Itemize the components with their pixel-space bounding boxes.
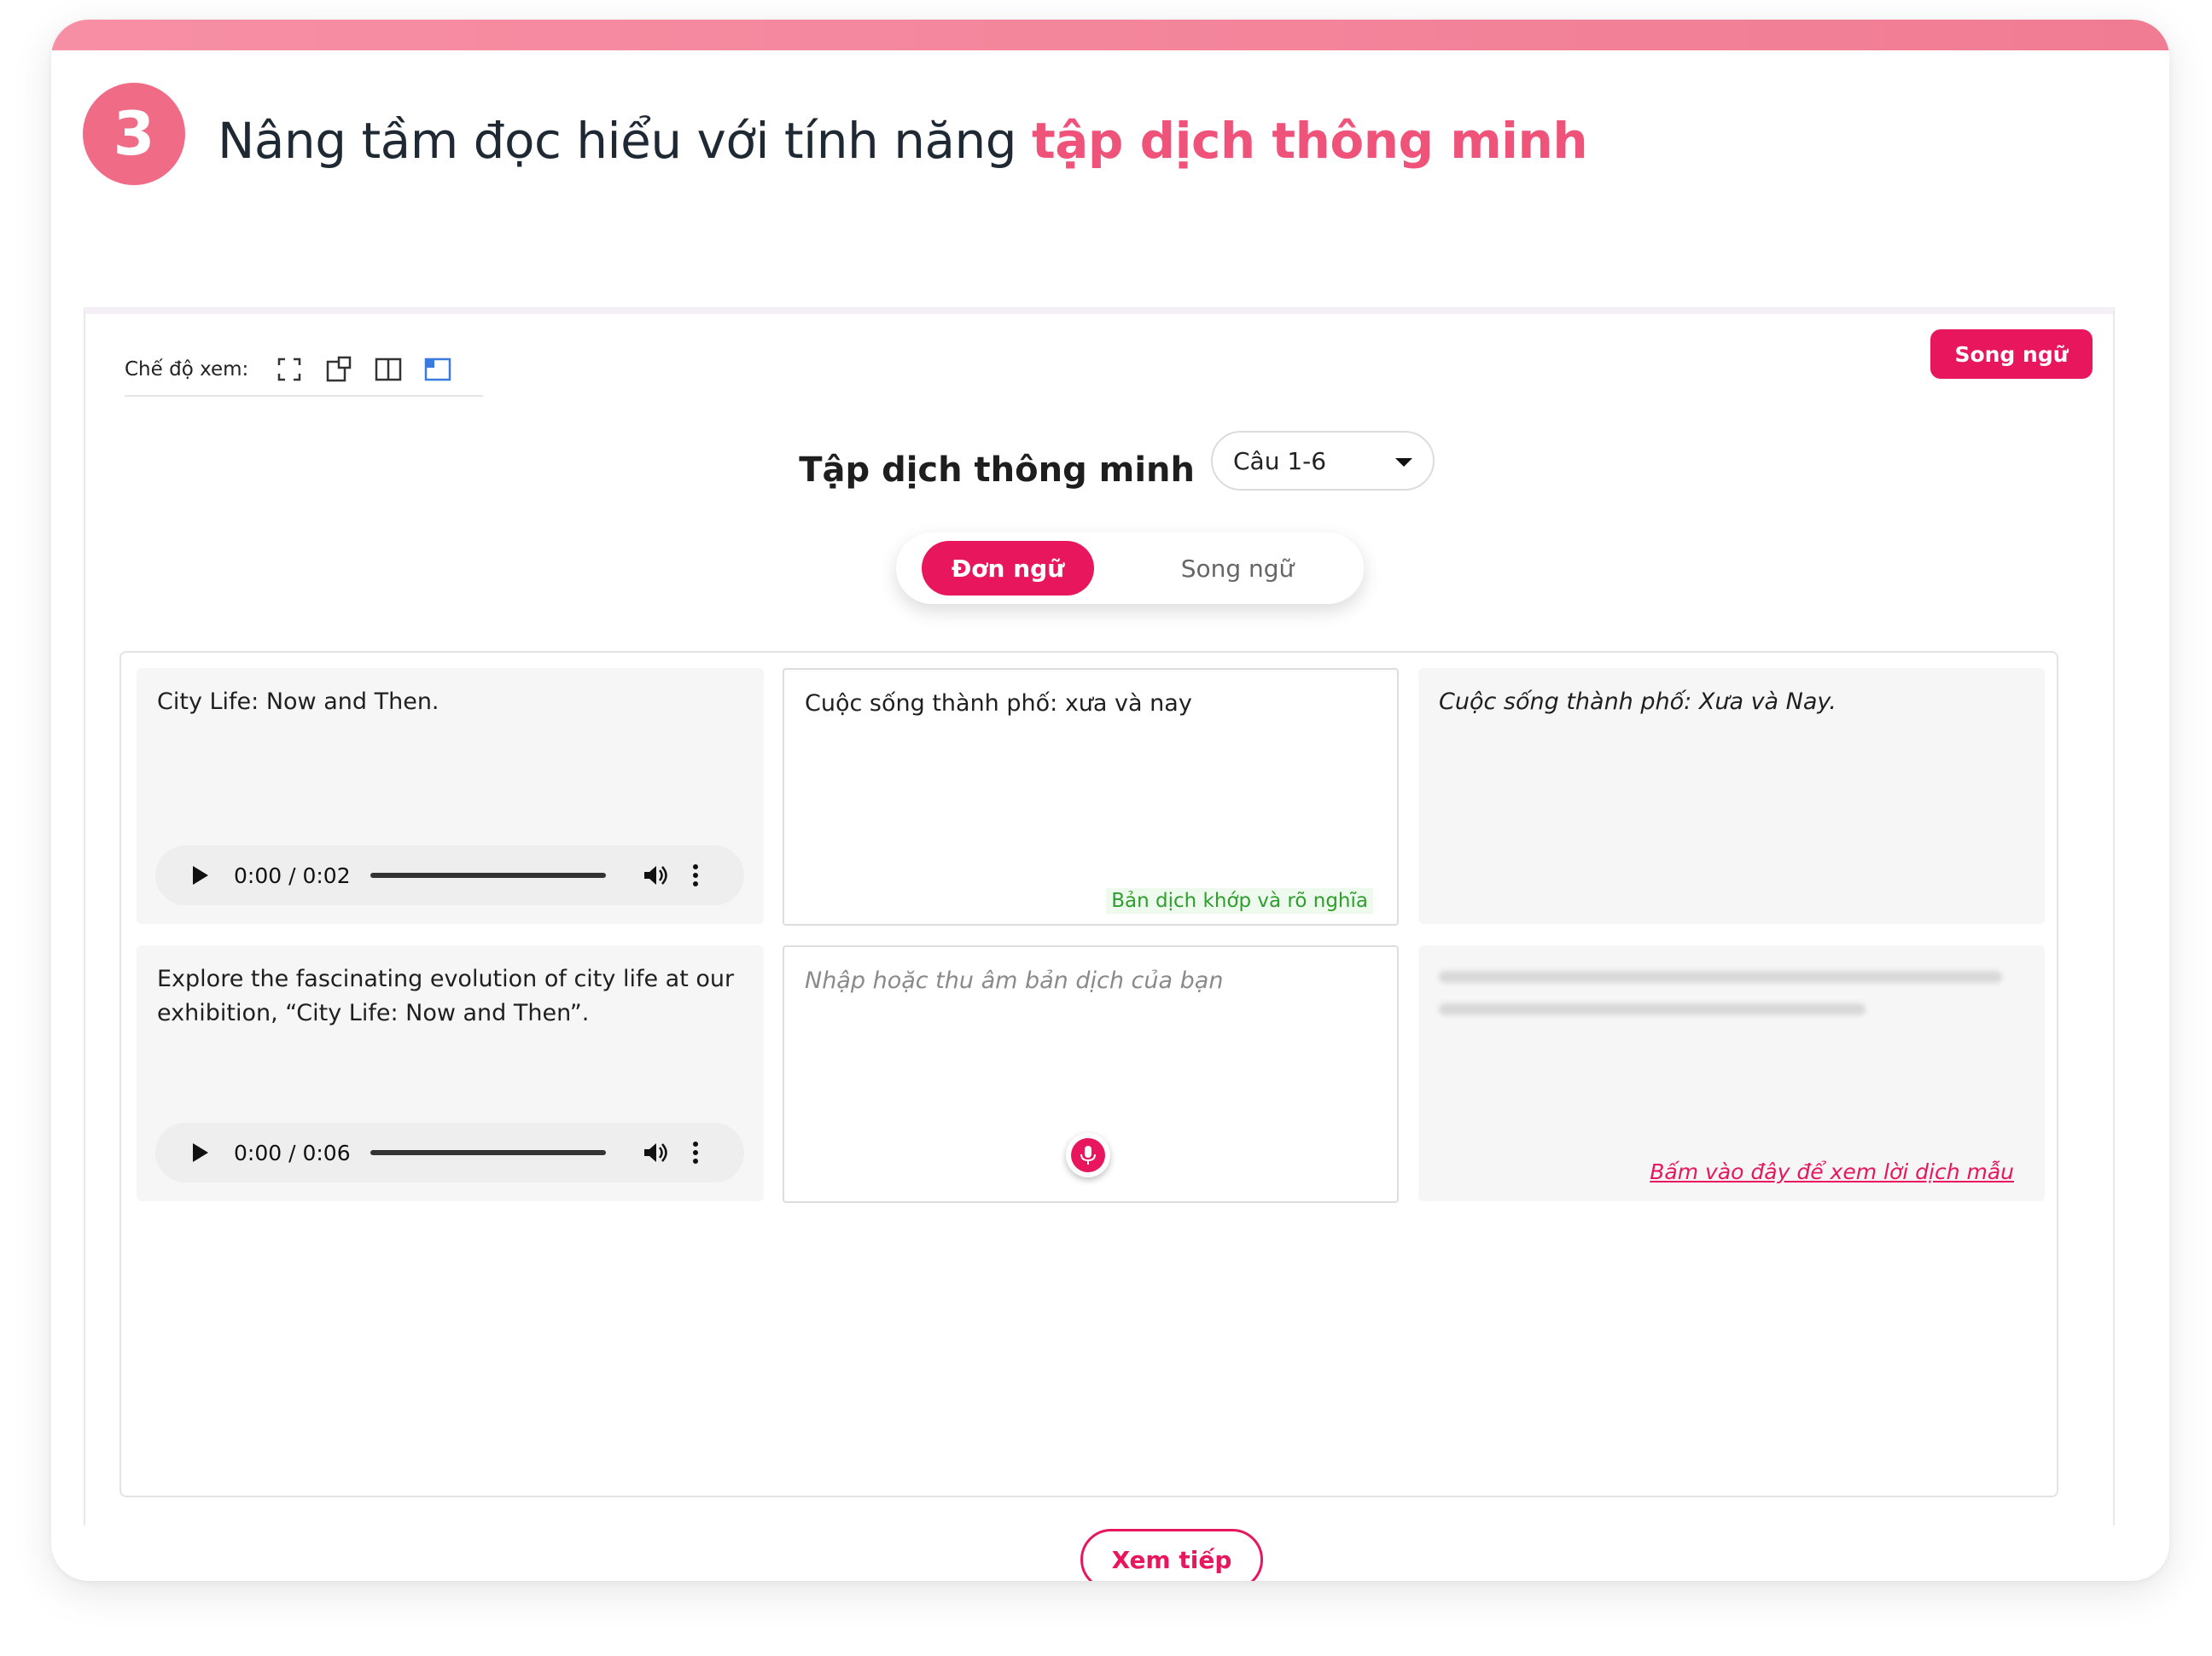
- card-top-bar: [51, 20, 2169, 50]
- audio-player[interactable]: 0:00 / 0:02: [155, 845, 744, 905]
- audio-player[interactable]: 0:00 / 0:06: [155, 1123, 744, 1182]
- headline-accent: tập dịch thông minh: [1032, 112, 1588, 170]
- step-number-badge: 3: [83, 83, 185, 185]
- app-frame: Chế độ xem: Song ngữ Tập dịch thông minh…: [84, 307, 2115, 1581]
- headline-prefix: Nâng tầm đọc hiểu với tính năng: [218, 112, 1033, 170]
- feature-headline: Nâng tầm đọc hiểu với tính năng tập dịch…: [218, 112, 1588, 170]
- translation-panel: City Life: Now and Then. 0:00 / 0:02 Cuộ…: [119, 651, 2058, 1497]
- step-number: 3: [113, 99, 155, 169]
- view-mode-toolbar: Chế độ xem:: [125, 344, 483, 397]
- translation-feedback: Bản dịch khớp và rõ nghĩa: [1106, 888, 1373, 914]
- view-sample-translation-link[interactable]: Bấm vào đây để xem lời dịch mẫu: [1650, 1159, 2014, 1184]
- source-sentence: City Life: Now and Then.: [157, 689, 439, 715]
- popout-icon[interactable]: [323, 354, 354, 385]
- user-translation-input[interactable]: Nhập hoặc thu âm bản dịch của bạn: [783, 945, 1399, 1203]
- reference-translation-cell: Cuộc sống thành phố: Xưa và Nay.: [1418, 668, 2045, 924]
- source-sentence-cell: City Life: Now and Then. 0:00 / 0:02: [137, 668, 764, 924]
- more-options-icon[interactable]: [691, 861, 700, 890]
- view-mode-label: Chế độ xem:: [125, 358, 249, 381]
- source-sentence-cell: Explore the fascinating evolution of cit…: [137, 945, 764, 1201]
- fullscreen-icon[interactable]: [274, 354, 305, 385]
- play-icon[interactable]: [193, 1143, 208, 1162]
- mode-bilingual-button[interactable]: Song ngữ: [1152, 541, 1323, 596]
- language-badge-button[interactable]: Song ngữ: [1930, 329, 2093, 379]
- microphone-icon: [1071, 1138, 1105, 1172]
- translation-placeholder[interactable]: Nhập hoặc thu âm bản dịch của bạn: [805, 964, 1371, 998]
- audio-progress-track[interactable]: [370, 1150, 606, 1155]
- split-view-icon[interactable]: [373, 354, 404, 385]
- next-button[interactable]: Xem tiếp: [1080, 1529, 1263, 1581]
- blurred-text-line: [1439, 971, 2002, 983]
- audio-time: 0:00 / 0:02: [234, 863, 351, 888]
- play-icon[interactable]: [193, 866, 208, 885]
- user-translation-cell[interactable]: Cuộc sống thành phố: xưa và nay Bản dịch…: [783, 668, 1399, 926]
- hidden-reference-cell: Bấm vào đây để xem lời dịch mẫu: [1418, 945, 2045, 1201]
- user-translation-text[interactable]: Cuộc sống thành phố: xưa và nay: [805, 687, 1371, 721]
- sentence-range-select[interactable]: Câu 1-6: [1211, 431, 1435, 491]
- practice-title: Tập dịch thông minh: [799, 450, 1195, 490]
- audio-time: 0:00 / 0:06: [234, 1140, 351, 1165]
- feature-card: 3 Nâng tầm đọc hiểu với tính năng tập dị…: [51, 20, 2169, 1581]
- volume-icon[interactable]: [640, 861, 669, 890]
- more-options-icon[interactable]: [691, 1138, 700, 1167]
- select-value: Câu 1-6: [1233, 446, 1327, 475]
- source-sentence: Explore the fascinating evolution of cit…: [157, 966, 735, 1026]
- panel-view-icon[interactable]: [422, 354, 453, 385]
- record-button[interactable]: [1066, 1133, 1110, 1177]
- audio-progress-track[interactable]: [370, 873, 606, 878]
- reference-translation: Cuộc sống thành phố: Xưa và Nay.: [1439, 689, 1837, 715]
- mode-monolingual-button[interactable]: Đơn ngữ: [922, 541, 1094, 596]
- volume-icon[interactable]: [640, 1138, 669, 1167]
- blurred-text-line: [1439, 1003, 1866, 1015]
- chevron-down-icon: [1395, 458, 1412, 467]
- mode-toggle: Đơn ngữ Song ngữ: [896, 532, 1364, 604]
